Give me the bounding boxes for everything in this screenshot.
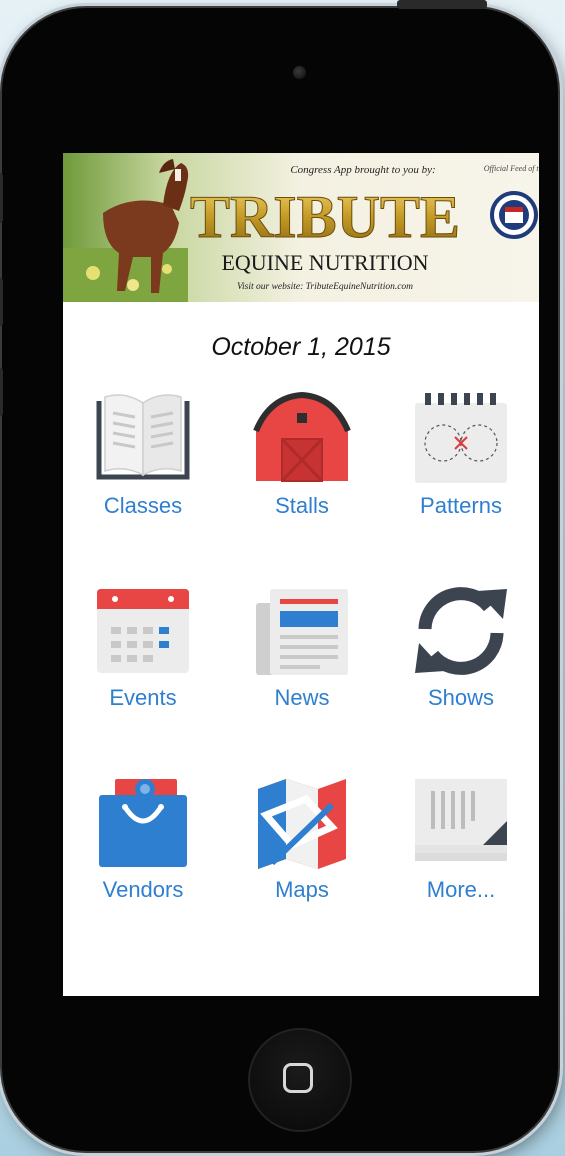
menu-maps[interactable]: Maps <box>232 775 372 903</box>
menu-label-stalls: Stalls <box>275 493 329 518</box>
menu-label-vendors: Vendors <box>102 877 184 902</box>
barn-icon <box>253 391 351 483</box>
mute-switch <box>0 173 3 223</box>
front-camera <box>293 66 306 79</box>
menu-label-classes: Classes <box>103 493 183 518</box>
home-square-icon <box>283 1063 313 1093</box>
menu-label-patterns: Patterns <box>420 493 502 518</box>
pattern-notepad-icon <box>415 393 507 483</box>
sponsor-banner-art: Congress App brought to you by: TRIBUTE … <box>63 153 539 302</box>
menu-events[interactable]: Events <box>73 583 213 711</box>
menu-label-shows: Shows <box>427 685 495 710</box>
menu-stalls[interactable]: Stalls <box>232 391 372 519</box>
association-seal-icon <box>490 191 538 239</box>
volume-down-button <box>0 368 3 416</box>
refresh-icon <box>415 587 507 675</box>
volume-up-button <box>0 278 3 326</box>
calendar-icon <box>97 589 189 673</box>
menu-label-events: Events <box>109 685 177 710</box>
shopping-bag-icon <box>99 779 187 867</box>
current-date: October 1, 2015 <box>211 333 391 361</box>
official-feed-text: Official Feed of the <box>484 164 539 173</box>
documents-icon <box>415 779 507 861</box>
banner-website: Visit our website: TributeEquineNutritio… <box>237 282 413 292</box>
folded-map-icon <box>258 779 346 869</box>
menu-label-news: News <box>274 685 330 710</box>
sponsor-banner[interactable]: Congress App brought to you by: TRIBUTE … <box>63 153 539 302</box>
app-screen: Congress App brought to you by: TRIBUTE … <box>63 153 539 996</box>
menu-vendors[interactable]: Vendors <box>73 775 213 903</box>
menu-more[interactable]: More... <box>391 775 531 903</box>
banner-tagline: Congress App brought to you by: <box>290 164 435 176</box>
open-book-icon <box>96 394 190 480</box>
menu-classes[interactable]: Classes <box>73 391 213 519</box>
menu-label-more: More... <box>426 877 496 902</box>
newspaper-icon <box>256 589 348 675</box>
home-button[interactable] <box>248 1028 352 1132</box>
power-button <box>397 0 487 9</box>
banner-brand: TRIBUTE <box>190 184 460 250</box>
menu-shows[interactable]: Shows <box>391 583 531 711</box>
menu-news[interactable]: News <box>232 583 372 711</box>
menu-label-maps: Maps <box>275 877 329 902</box>
banner-subtitle: EQUINE NUTRITION <box>221 250 428 275</box>
menu-patterns[interactable]: Patterns <box>391 391 531 519</box>
